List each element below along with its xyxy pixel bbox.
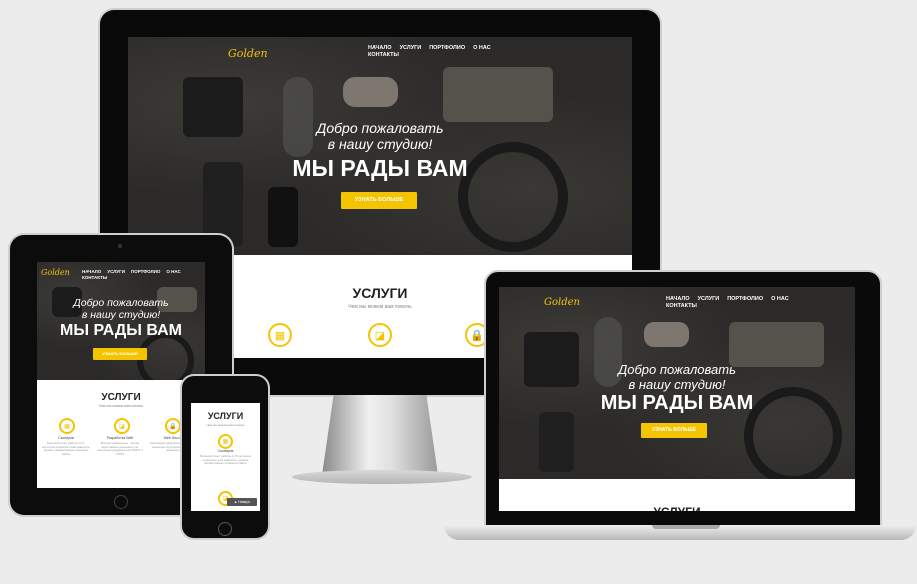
services-title: УСЛУГИ: [352, 285, 408, 301]
laptop-nav: НАЧАЛО УСЛУГИ ПОРТФОЛИО О НАС КОНТАКТЫ: [666, 296, 796, 309]
laptop-learn-more-button[interactable]: УЗНАТЬ БОЛЬШЕ: [641, 423, 707, 438]
laptop-services-title: УСЛУГИ: [627, 505, 727, 511]
tablet-nav-portfolio[interactable]: ПОРТФОЛИО: [131, 269, 160, 274]
tablet-camera: [118, 244, 122, 248]
laptop-hero: Golden НАЧАЛО УСЛУГИ ПОРТФОЛИО О НАС КОН…: [499, 287, 855, 479]
tablet-welcome-line-2: в нашу студию!: [81, 309, 161, 322]
feature-icon-grid: ▦: [268, 323, 292, 347]
phone-screen: УСЛУГИ Чем мы можем вам помочь ▦ Скопиро…: [191, 403, 260, 511]
tablet-feature-icon-2: ◪: [114, 418, 130, 434]
headline: МЫ РАДЫ ВАМ: [292, 155, 468, 181]
nav-item-about[interactable]: О НАС: [473, 45, 491, 51]
tablet-hero: Golden НАЧАЛО УСЛУГИ ПОРТФОЛИО О НАС КОН…: [37, 262, 205, 380]
tablet-nav-home[interactable]: НАЧАЛО: [82, 269, 101, 274]
tablet-nav: НАЧАЛО УСЛУГИ ПОРТФОЛИО О НАС КОНТАКТЫ: [82, 269, 192, 280]
tablet-welcome-line-1: Добро пожаловать: [73, 297, 169, 309]
learn-more-button[interactable]: УЗНАТЬ БОЛЬШЕ: [341, 192, 417, 209]
laptop-nav-home[interactable]: НАЧАЛО: [666, 296, 690, 302]
phone-home-button: [218, 522, 232, 536]
tablet-feature-icon-3: 🔒: [165, 418, 181, 434]
tablet-services: УСЛУГИ Чем мы можем вам помочь ▦ ◪ 🔒 Ско…: [37, 380, 205, 488]
laptop-headline: МЫ РАДЫ ВАМ: [600, 392, 754, 414]
tablet-headline: МЫ РАДЫ ВАМ: [60, 322, 182, 339]
feature-icon-chart: ◪: [368, 323, 392, 347]
logo[interactable]: Golden: [228, 47, 268, 60]
nav-item-portfolio[interactable]: ПОРТФОЛИО: [429, 45, 465, 51]
phone-services-title: УСЛУГИ: [207, 411, 244, 421]
tablet-welcome: Добро пожаловать в нашу студию!: [61, 297, 181, 321]
tablet-feature-2-desc: Всегда правильные, четкие адаптивные реш…: [97, 441, 143, 456]
tablet-feature-icon-1: ▦: [59, 418, 75, 434]
laptop-nav-services[interactable]: УСЛУГИ: [698, 296, 720, 302]
laptop-logo[interactable]: Golden: [544, 297, 580, 308]
phone-feature-1-desc: Большой опыт работы в IT-сектором позвол…: [200, 454, 251, 466]
tablet-nav-about[interactable]: О НАС: [166, 269, 180, 274]
tablet-feature-2-name: Разработка Web: [106, 436, 134, 440]
laptop-notch: [652, 525, 720, 529]
phone-back-to-top-button[interactable]: ▲ Наверх: [227, 498, 257, 506]
laptop-welcome: Добро пожаловать в нашу студию!: [597, 362, 757, 393]
phone-back-to-top-label: Наверх: [238, 500, 251, 504]
tablet-learn-more-button[interactable]: УЗНАТЬ БОЛЬШЕ: [93, 348, 147, 360]
laptop-welcome-line-1: Добро пожаловать: [618, 362, 736, 377]
tablet-nav-contacts[interactable]: КОНТАКТЫ: [82, 275, 107, 280]
laptop-services: УСЛУГИ: [499, 479, 855, 511]
welcome-text: Добро пожаловать в нашу студию!: [280, 120, 480, 152]
laptop-nav-contacts[interactable]: КОНТАКТЫ: [666, 303, 697, 309]
laptop-welcome-line-2: в нашу студию!: [628, 376, 726, 392]
phone-feature-1-name: Скопиров: [217, 449, 234, 453]
welcome-line-1: Добро пожаловать: [316, 120, 444, 136]
services-subtitle: Чем мы можем вам помочь: [348, 304, 412, 310]
tablet-feature-1-desc: Большой опыт работы в IT-сектором позвол…: [41, 441, 91, 456]
tablet-nav-services[interactable]: УСЛУГИ: [107, 269, 125, 274]
tablet-services-title: УСЛУГИ: [101, 392, 141, 403]
phone-feature-icon-1: ▦: [218, 434, 233, 449]
nav-item-contacts[interactable]: КОНТАКТЫ: [368, 52, 399, 58]
laptop-nav-about[interactable]: О НАС: [771, 296, 789, 302]
welcome-line-2: в нашу студию!: [327, 136, 433, 153]
laptop-nav-portfolio[interactable]: ПОРТФОЛИО: [727, 296, 763, 302]
tablet-services-subtitle: Чем мы можем вам помочь: [98, 404, 144, 408]
phone-services-subtitle: Чем мы можем вам помочь: [206, 423, 245, 427]
monitor-base: [292, 470, 472, 484]
desktop-hero: Golden НАЧАЛО УСЛУГИ ПОРТФОЛИО О НАС КОН…: [128, 37, 632, 255]
tablet-home-button: [114, 495, 128, 509]
nav-item-services[interactable]: УСЛУГИ: [400, 45, 422, 51]
nav-item-home[interactable]: НАЧАЛО: [368, 45, 392, 51]
tablet-feature-1-name: Скопиров: [58, 436, 74, 440]
tablet-logo[interactable]: Golden: [41, 268, 70, 277]
monitor-stand: [322, 395, 438, 475]
main-nav: НАЧАЛО УСЛУГИ ПОРТФОЛИО О НАС КОНТАКТЫ: [368, 45, 508, 58]
